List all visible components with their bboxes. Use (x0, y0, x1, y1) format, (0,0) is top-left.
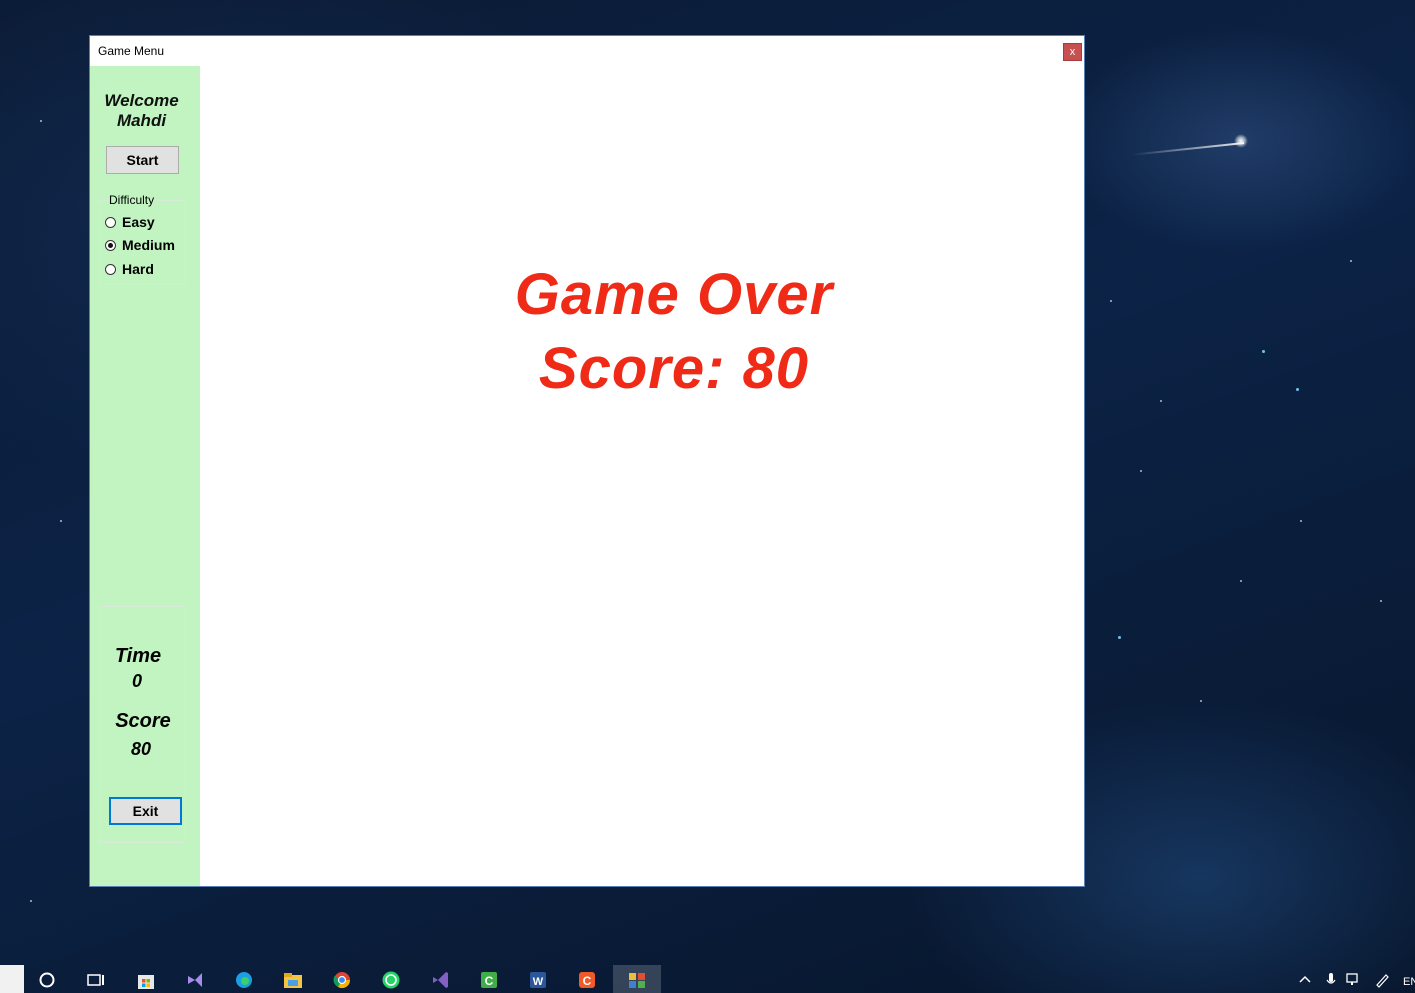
start-button[interactable]: Start (106, 146, 179, 174)
window-title: Game Menu (98, 44, 165, 58)
snagit-icon[interactable]: C (574, 967, 600, 993)
difficulty-legend: Difficulty (107, 193, 157, 207)
file-explorer-icon[interactable] (280, 967, 306, 993)
store-icon[interactable] (133, 967, 159, 993)
word-icon[interactable]: W (525, 967, 551, 993)
input-language-indicator[interactable]: EN (1403, 976, 1415, 988)
player-name: Mahdi (116, 111, 167, 130)
radio-hard[interactable]: Hard (105, 260, 154, 278)
edge-browser-icon[interactable] (231, 967, 257, 993)
comet-tail (1132, 142, 1245, 156)
radio-easy[interactable]: Easy (105, 213, 155, 231)
final-score: Score: 80 (538, 336, 810, 401)
microphone-icon[interactable] (1325, 972, 1337, 991)
network-icon[interactable] (1346, 972, 1362, 989)
game-over-title: Game Over (514, 262, 834, 327)
comet-head (1234, 134, 1248, 148)
radio-medium[interactable]: Medium (105, 236, 175, 254)
welcome-label: Welcome (104, 91, 179, 110)
camtasia-icon[interactable]: C (476, 967, 502, 993)
score-value: 80 (130, 739, 152, 759)
radio-easy-indicator[interactable] (105, 216, 116, 228)
game-over-message: Game Over Score: 80 (474, 258, 874, 406)
visual-studio-preview-icon[interactable] (182, 967, 208, 993)
search-icon[interactable] (34, 967, 60, 993)
radio-medium-indicator[interactable] (105, 239, 116, 251)
chrome-browser-icon[interactable] (329, 967, 355, 993)
radio-medium-label[interactable]: Medium (122, 237, 175, 253)
score-label: Score (115, 710, 171, 732)
svg-text:C: C (583, 974, 592, 988)
radio-easy-label[interactable]: Easy (122, 214, 155, 230)
show-hidden-icons-icon[interactable] (1298, 972, 1312, 989)
visual-studio-icon[interactable] (427, 967, 453, 993)
radio-hard-indicator[interactable] (105, 263, 116, 275)
close-button[interactable]: x (1063, 43, 1082, 61)
pen-workspace-icon[interactable] (1374, 972, 1390, 991)
welcome-text: Welcome Mahdi (90, 91, 193, 131)
time-label: Time (114, 645, 162, 667)
start-button-tile[interactable] (0, 965, 24, 993)
exit-button[interactable]: Exit (109, 797, 182, 825)
radio-hard-label[interactable]: Hard (122, 261, 154, 277)
title-bar[interactable]: Game Menu x (90, 36, 1084, 66)
whatsapp-icon[interactable] (378, 967, 404, 993)
game-app-icon[interactable] (624, 967, 650, 993)
svg-text:W: W (533, 976, 544, 988)
sidebar: Welcome Mahdi Start Difficulty Easy Medi… (90, 66, 200, 886)
task-view-icon[interactable] (83, 967, 109, 993)
svg-text:C: C (485, 974, 494, 988)
time-value: 0 (131, 671, 142, 691)
game-menu-window: Game Menu x Welcome Mahdi Start Difficul… (90, 36, 1084, 886)
